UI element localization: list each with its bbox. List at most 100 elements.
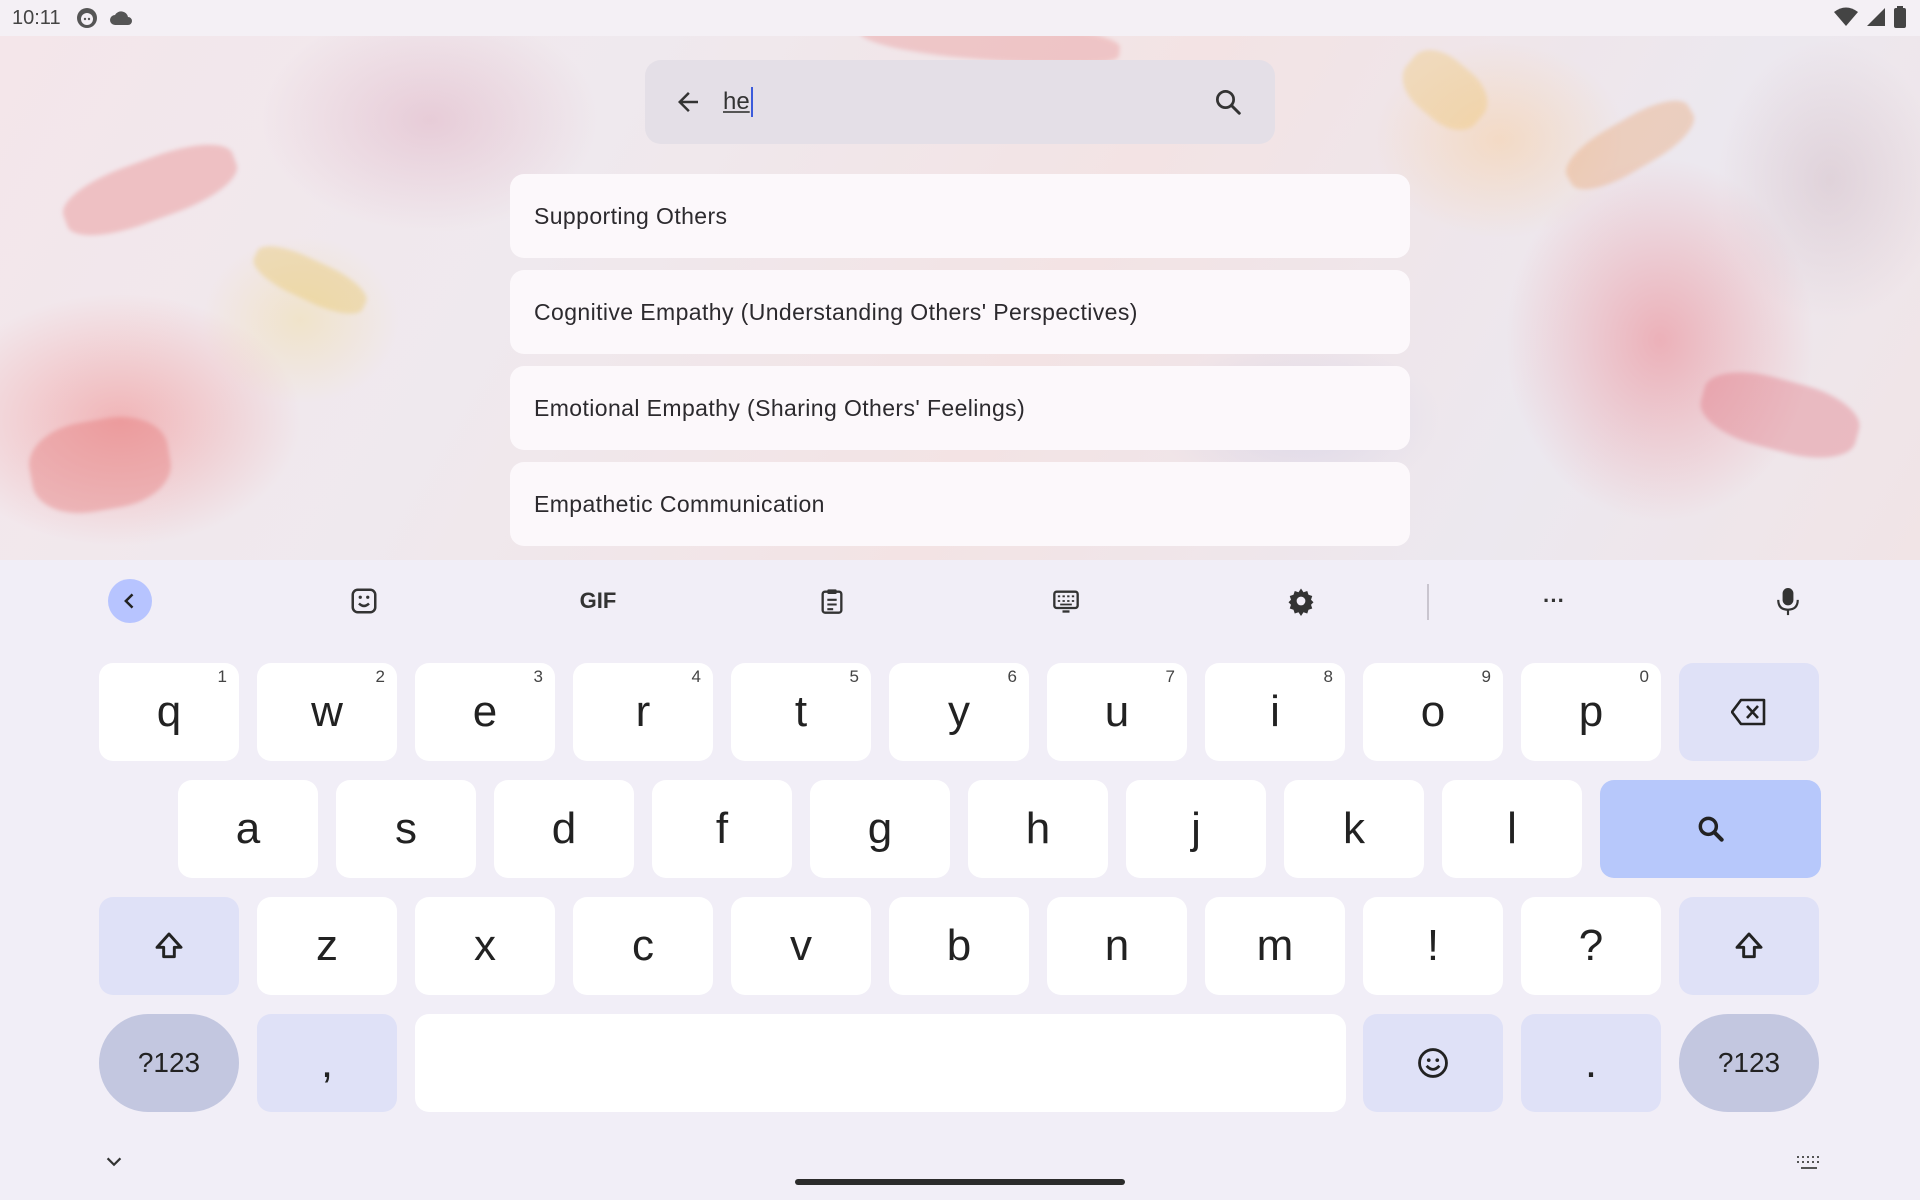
key-exclamation[interactable]: ! xyxy=(1363,897,1503,995)
backspace-icon xyxy=(1731,698,1766,726)
key-w[interactable]: w2 xyxy=(257,663,397,761)
battery-icon xyxy=(1894,6,1906,34)
paint-streak xyxy=(23,408,177,522)
key-v[interactable]: v xyxy=(731,897,871,995)
key-t[interactable]: t5 xyxy=(731,663,871,761)
gear-icon xyxy=(1288,588,1314,616)
sticker-icon xyxy=(351,588,377,614)
key-d[interactable]: d xyxy=(494,780,634,878)
key-r[interactable]: r4 xyxy=(573,663,713,761)
status-time: 10:11 xyxy=(12,6,61,29)
key-label: t xyxy=(794,687,808,736)
soft-keyboard: GIF ··· q1 w2 e3 r4 t5 y6 u7 i8 o9 p0 a … xyxy=(0,560,1920,1200)
toolbar-collapse-button[interactable] xyxy=(108,579,152,623)
paint-streak xyxy=(1556,88,1704,202)
key-h[interactable]: h xyxy=(968,780,1108,878)
key-z[interactable]: z xyxy=(257,897,397,995)
clipboard-icon xyxy=(821,589,843,614)
keyboard-icon xyxy=(1053,590,1079,613)
key-f[interactable]: f xyxy=(652,780,792,878)
key-a[interactable]: a xyxy=(178,780,318,878)
key-b[interactable]: b xyxy=(889,897,1029,995)
paint-streak xyxy=(247,236,373,324)
paint-streak xyxy=(1391,38,1499,142)
switch-keyboard-button[interactable] xyxy=(1794,1152,1824,1174)
key-hint: 5 xyxy=(849,667,859,686)
back-button[interactable] xyxy=(653,60,723,144)
shift-icon xyxy=(1735,932,1763,959)
more-options-button[interactable]: ··· xyxy=(1532,579,1576,623)
cloud-icon xyxy=(109,9,133,27)
search-input[interactable]: he xyxy=(723,60,1193,144)
key-label: q xyxy=(156,687,182,736)
emoji-icon xyxy=(1418,1048,1448,1078)
paint-streak xyxy=(55,131,245,249)
key-l[interactable]: l xyxy=(1442,780,1582,878)
suggestion-item[interactable]: Empathetic Communication xyxy=(510,462,1410,546)
key-y[interactable]: y6 xyxy=(889,663,1029,761)
key-hint: 3 xyxy=(533,667,543,686)
key-hint: 2 xyxy=(375,667,385,686)
key-j[interactable]: j xyxy=(1126,780,1266,878)
key-hint: 6 xyxy=(1007,667,1017,686)
suggestion-item[interactable]: Supporting Others xyxy=(510,174,1410,258)
suggestion-item[interactable]: Emotional Empathy (Sharing Others' Feeli… xyxy=(510,366,1410,450)
key-g[interactable]: g xyxy=(810,780,950,878)
sticker-button[interactable] xyxy=(342,579,386,623)
key-label: i xyxy=(1270,687,1280,736)
search-button[interactable] xyxy=(1193,60,1263,144)
key-m[interactable]: m xyxy=(1205,897,1345,995)
symbols-key-right[interactable]: ?123 xyxy=(1679,1014,1819,1112)
status-right xyxy=(1834,6,1906,34)
suggestion-item[interactable]: Cognitive Empathy (Understanding Others'… xyxy=(510,270,1410,354)
period-key[interactable]: . xyxy=(1521,1014,1661,1112)
settings-button[interactable] xyxy=(1279,579,1323,623)
android-face-icon xyxy=(75,6,99,30)
space-key[interactable] xyxy=(415,1014,1346,1112)
key-o[interactable]: o9 xyxy=(1363,663,1503,761)
gif-button[interactable]: GIF xyxy=(576,579,620,623)
emoji-key[interactable] xyxy=(1363,1014,1503,1112)
key-i[interactable]: i8 xyxy=(1205,663,1345,761)
search-icon xyxy=(1698,816,1724,842)
arrow-back-icon xyxy=(678,92,698,112)
wifi-icon xyxy=(1834,7,1858,33)
search-input-value: he xyxy=(723,88,750,115)
chevron-down-icon xyxy=(106,1157,122,1167)
gesture-nav-handle[interactable] xyxy=(795,1179,1125,1185)
voice-input-button[interactable] xyxy=(1766,579,1810,623)
search-icon xyxy=(1216,90,1241,115)
key-n[interactable]: n xyxy=(1047,897,1187,995)
comma-key[interactable]: , xyxy=(257,1014,397,1112)
key-x[interactable]: x xyxy=(415,897,555,995)
text-caret xyxy=(750,87,753,117)
keyboard-toolbar: GIF ··· xyxy=(0,560,1920,642)
toolbar-divider xyxy=(1427,584,1429,620)
key-u[interactable]: u7 xyxy=(1047,663,1187,761)
key-s[interactable]: s xyxy=(336,780,476,878)
key-label: p xyxy=(1578,687,1604,736)
backspace-key[interactable] xyxy=(1679,663,1819,761)
keyboard-layout-button[interactable] xyxy=(1044,579,1088,623)
microphone-icon xyxy=(1777,588,1799,616)
key-hint: 9 xyxy=(1481,667,1491,686)
status-bar: 10:11 xyxy=(0,0,1920,36)
keyboard-icon xyxy=(1797,1156,1819,1169)
hide-keyboard-button[interactable] xyxy=(100,1148,128,1176)
key-e[interactable]: e3 xyxy=(415,663,555,761)
clipboard-button[interactable] xyxy=(810,579,854,623)
key-k[interactable]: k xyxy=(1284,780,1424,878)
shift-key-right[interactable] xyxy=(1679,897,1819,995)
paint-streak xyxy=(1693,360,1867,470)
shift-key-left[interactable] xyxy=(99,897,239,995)
key-c[interactable]: c xyxy=(573,897,713,995)
key-q[interactable]: q1 xyxy=(99,663,239,761)
key-question[interactable]: ? xyxy=(1521,897,1661,995)
key-p[interactable]: p0 xyxy=(1521,663,1661,761)
key-label: u xyxy=(1104,687,1130,736)
search-action-key[interactable] xyxy=(1600,780,1821,878)
key-hint: 0 xyxy=(1639,667,1649,686)
key-label: y xyxy=(948,687,970,736)
symbols-key-left[interactable]: ?123 xyxy=(99,1014,239,1112)
key-hint: 4 xyxy=(691,667,701,686)
